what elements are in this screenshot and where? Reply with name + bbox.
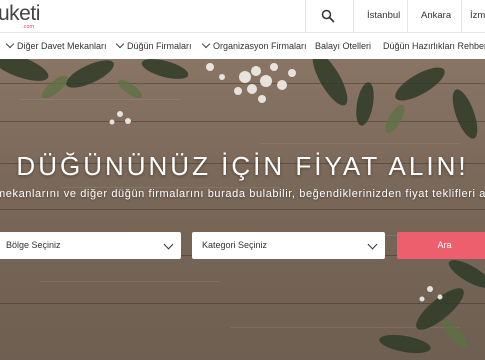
nav-item-wedding-guide[interactable]: Düğün Hazırlıkları Rehberi bbox=[383, 41, 485, 51]
nav-item-label: Organizasyon Firmaları bbox=[213, 41, 307, 51]
nav-item-organization-companies[interactable]: Organizasyon Firmaları bbox=[201, 39, 307, 51]
nav-item-label: Düğün Firmaları bbox=[127, 41, 192, 51]
chevron-down-icon bbox=[367, 239, 378, 250]
hero-subtitle: mekanlarını ve diğer düğün firmalarını b… bbox=[0, 188, 485, 200]
header-divider bbox=[407, 0, 408, 32]
chevron-down-icon bbox=[115, 39, 125, 49]
category-select[interactable]: Kategori Seçiniz bbox=[192, 232, 385, 259]
city-link-ankara[interactable]: Ankara bbox=[421, 10, 451, 21]
chevron-down-icon bbox=[5, 39, 15, 49]
nav-item-honeymoon-hotels[interactable]: Balayı Otelleri bbox=[315, 41, 371, 51]
city-link-istanbul[interactable]: İstanbul bbox=[367, 10, 400, 21]
search-button[interactable]: Ara bbox=[397, 232, 485, 259]
city-link-izmir[interactable]: İzm bbox=[470, 10, 485, 21]
header-divider bbox=[353, 0, 354, 32]
nav-item-other-venues[interactable]: Diğer Davet Mekanları bbox=[5, 39, 107, 51]
header-divider bbox=[305, 0, 306, 32]
floral-decoration bbox=[0, 59, 485, 354]
main-nav: Diğer Davet Mekanları Düğün Firmaları Or… bbox=[0, 33, 485, 59]
region-select[interactable]: Bölge Seçiniz bbox=[0, 232, 181, 259]
site-logo[interactable]: uketi bbox=[0, 2, 40, 26]
header-divider bbox=[461, 0, 462, 32]
chevron-down-icon bbox=[163, 239, 174, 250]
hero-title: DÜĞÜNÜNÜZ İÇİN FİYAT ALIN! bbox=[16, 151, 469, 181]
site-header: uketi .com İstanbul Ankara İzm bbox=[0, 0, 485, 33]
logo-domain: .com bbox=[22, 24, 35, 30]
nav-item-label: Diğer Davet Mekanları bbox=[17, 41, 107, 51]
nav-item-wedding-companies[interactable]: Düğün Firmaları bbox=[115, 39, 192, 51]
search-icon[interactable] bbox=[321, 9, 335, 23]
chevron-down-icon bbox=[201, 39, 211, 49]
region-select-value: Bölge Seçiniz bbox=[6, 240, 61, 250]
hero-banner: DÜĞÜNÜNÜZ İÇİN FİYAT ALIN! mekanlarını v… bbox=[0, 59, 485, 360]
category-select-value: Kategori Seçiniz bbox=[202, 240, 268, 250]
logo-text: uketi bbox=[0, 2, 40, 25]
